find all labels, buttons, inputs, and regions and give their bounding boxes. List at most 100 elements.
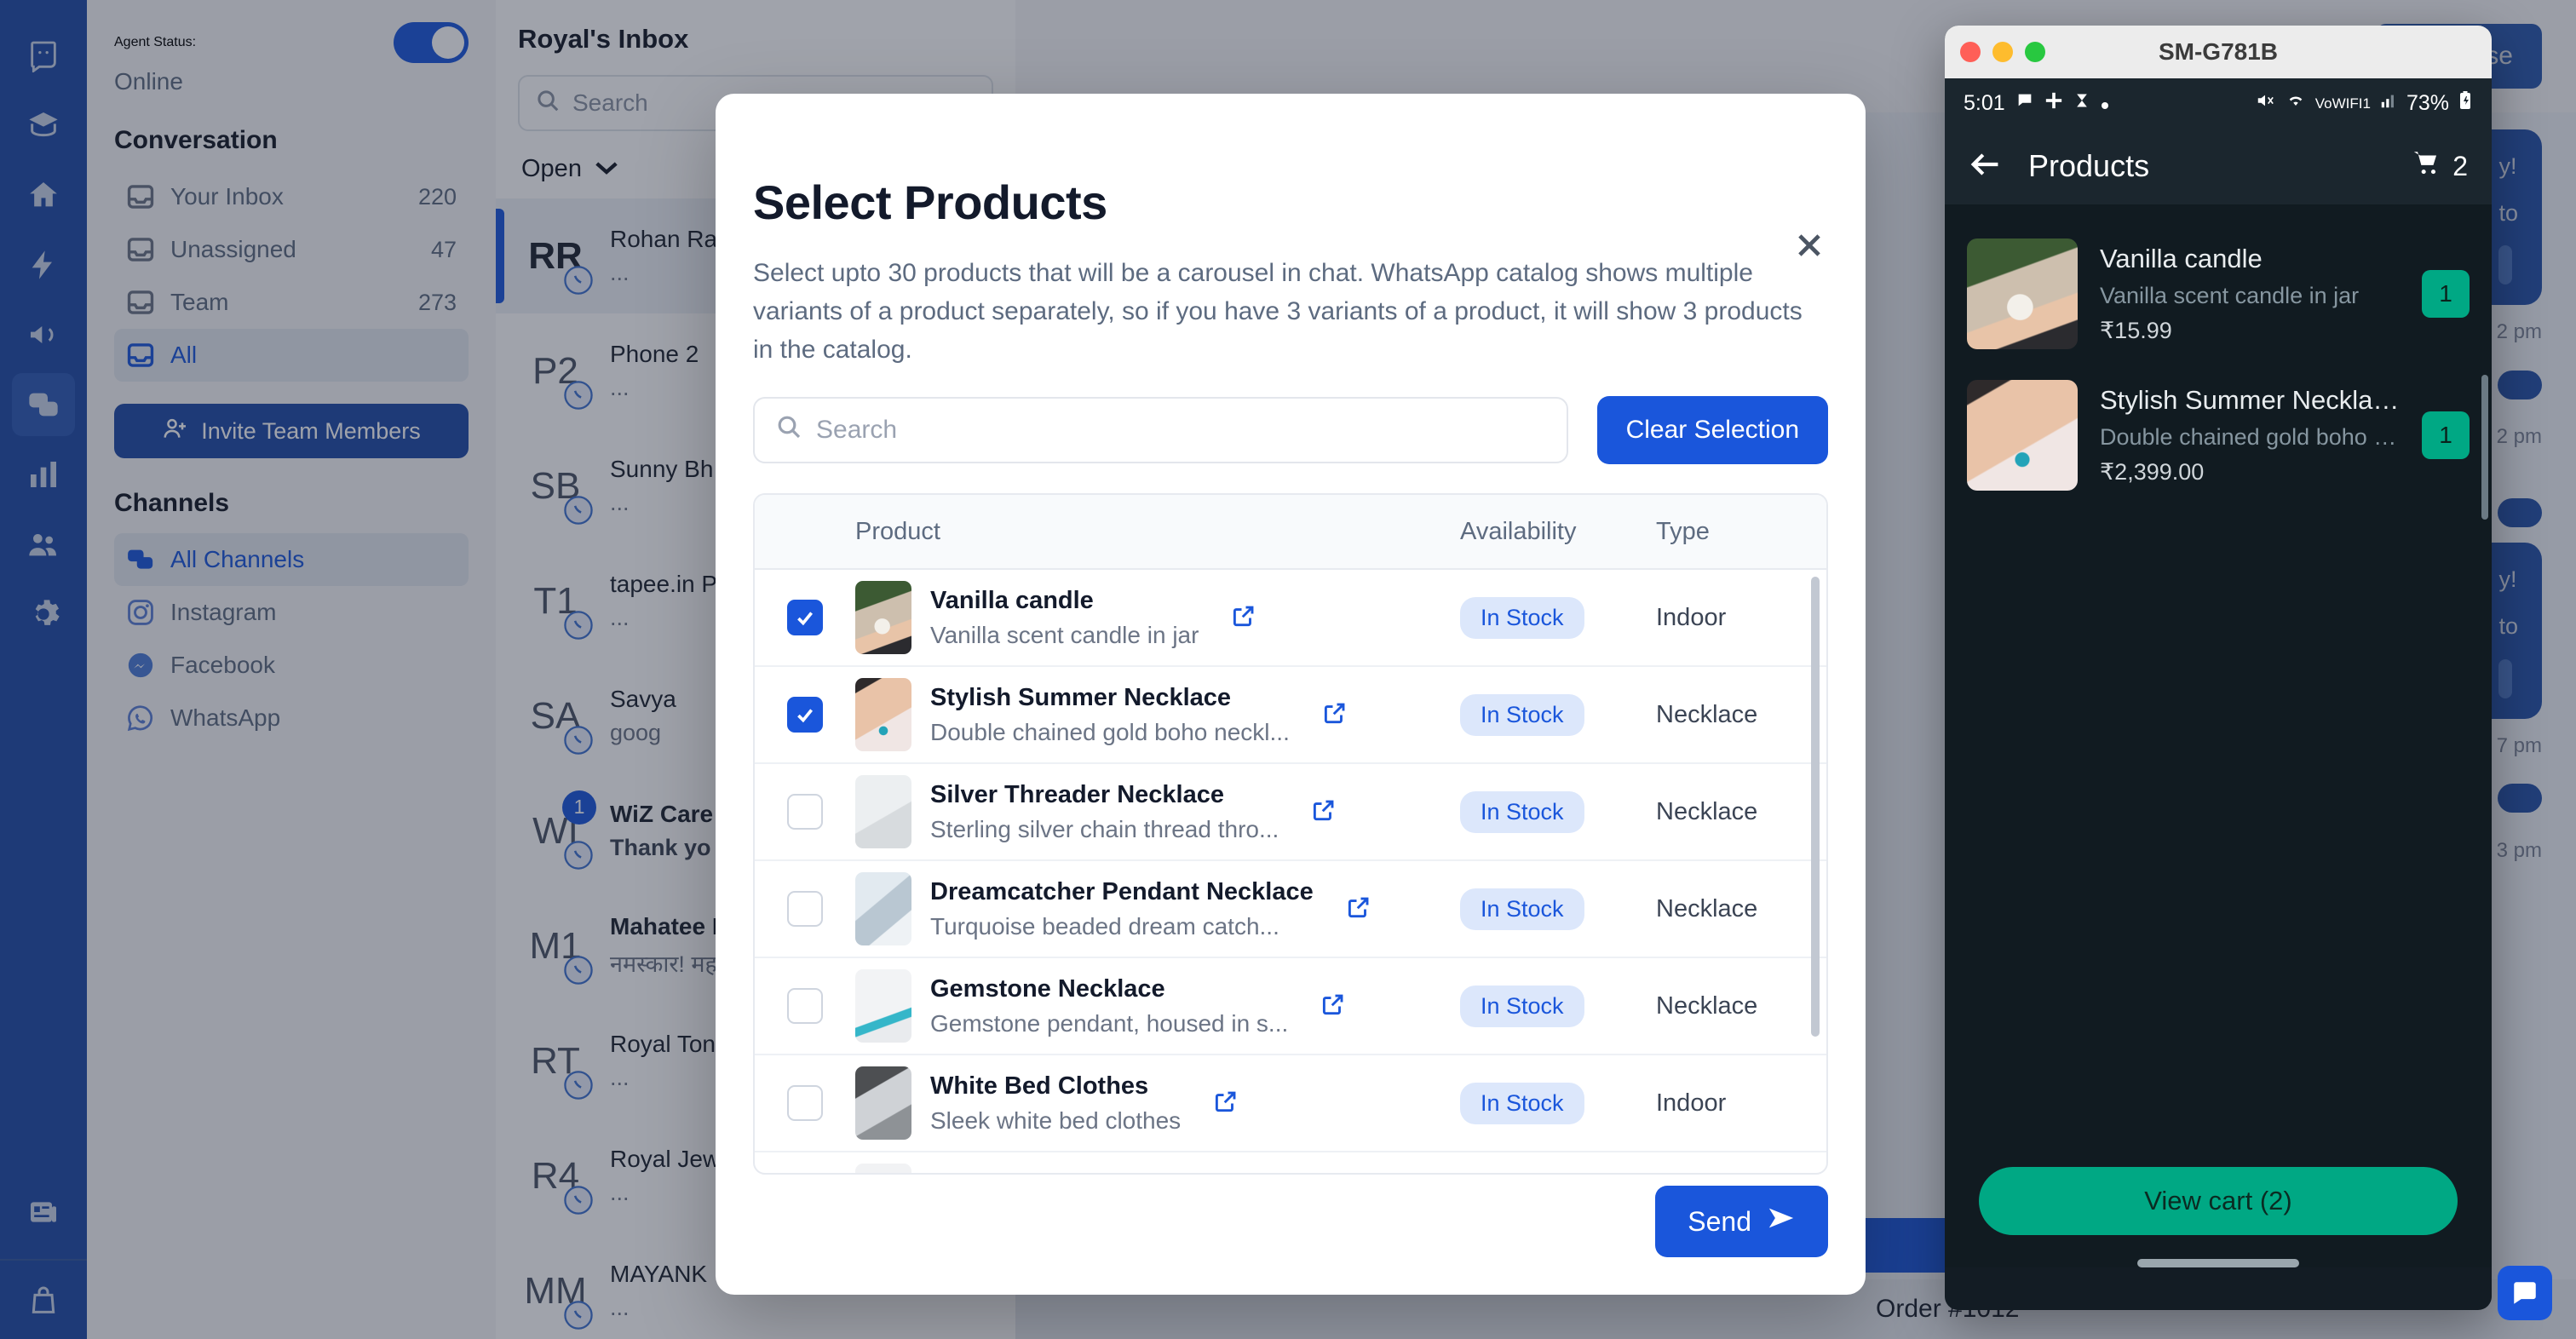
external-link-icon[interactable] [1231,603,1256,633]
quantity-badge[interactable]: 1 [2422,411,2470,459]
product-thumbnail [1967,380,2078,491]
clear-selection-button[interactable]: Clear Selection [1596,396,1828,464]
cart-count: 2 [2452,150,2468,181]
row-checkbox[interactable] [787,988,823,1024]
device-name: SM-G781B [2158,38,2279,65]
product-search-input[interactable]: Search [753,397,1568,463]
table-body: Vanilla candle Vanilla scent candle in j… [755,570,1826,1173]
status-time: 5:01 [1964,90,2005,115]
device-status-bar: 5:01 VoWIFI1 73% [1945,78,2492,128]
close-icon [1798,234,1820,256]
product-type: Indoor [1656,603,1727,631]
device-footer: View cart (2) [1945,1167,2492,1267]
external-link-icon[interactable] [1213,1089,1239,1118]
table-header-row: Product Availability Type [755,495,1826,570]
check-icon [797,709,814,723]
view-cart-button[interactable]: View cart (2) [1979,1167,2458,1235]
modal-title: Select Products [753,175,1107,229]
row-checkbox[interactable] [787,600,823,635]
product-title: Vanilla candle [2100,244,2263,273]
table-row[interactable]: Stylish Summer Necklace Double chained g… [755,667,1826,764]
product-name: Stylish Summer Necklace [930,683,1232,711]
chat-bubble-status-icon [2015,91,2034,116]
product-description: Gemstone pendant, housed in s... [930,1009,1289,1037]
select-products-modal: Select Products Select upto 30 products … [716,94,1866,1295]
product-name: Gemstone Necklace [930,974,1165,1003]
send-button[interactable]: Send [1655,1186,1828,1257]
product-thumbnail [855,969,911,1043]
cart-indicator[interactable]: 2 [2410,148,2468,184]
product-description: Sterling silver chain thread thro... [930,815,1279,842]
device-product-list: Vanilla candle Vanilla scent candle in j… [1945,204,2492,1167]
modal-search-row: Search Clear Selection [716,369,1866,464]
availability-badge: In Stock [1460,985,1584,1027]
battery-percent: 73% [2406,90,2449,115]
table-row[interactable]: Gemstone Necklace Gemstone pendant, hous… [755,958,1826,1055]
product-thumbnail [855,581,911,654]
product-subtitle: Vanilla scent candle in jar [2100,283,2360,308]
slack-status-icon [2044,91,2063,116]
battery-icon [2458,90,2473,117]
external-link-icon[interactable] [1322,700,1348,730]
dot-status-icon [2101,91,2109,116]
product-thumbnail [855,1164,911,1173]
device-scrollbar[interactable] [2481,375,2488,520]
availability-badge: In Stock [1460,888,1584,930]
product-description: Vanilla scent candle in jar [930,621,1199,648]
quantity-badge[interactable]: 1 [2422,270,2470,318]
row-checkbox[interactable] [787,697,823,733]
product-thumbnail [855,678,911,751]
external-link-icon[interactable] [1346,894,1371,924]
chat-icon [2514,1282,2536,1304]
send-label: Send [1688,1205,1751,1237]
table-row[interactable]: Anchor Bracelet Mens In Stock [755,1152,1826,1173]
mute-icon [2254,91,2276,116]
device-preview-window: SM-G781B 5:01 VoWIFI1 73% Products 2 Van… [1945,26,2492,1310]
product-name: Dreamcatcher Pendant Necklace [930,877,1314,905]
external-link-icon[interactable] [1311,797,1337,827]
close-modal-button[interactable] [1785,221,1833,269]
cart-icon [2410,148,2442,184]
product-title: Stylish Summer Neckla… [2100,385,2400,415]
product-description: Double chained gold boho neckl... [930,718,1290,745]
table-row[interactable]: White Bed Clothes Sleek white bed clothe… [755,1055,1826,1152]
volte-label: VoWIFI1 [2314,95,2371,112]
product-thumbnail [855,872,911,945]
signal-icon [2379,91,2398,116]
row-checkbox[interactable] [787,1085,823,1121]
availability-badge: In Stock [1460,1082,1584,1124]
send-arrow-icon [1767,1205,1796,1238]
product-description: Sleek white bed clothes [930,1106,1182,1134]
check-icon [797,612,814,626]
product-type: Necklace [1656,894,1758,922]
view-cart-label: View cart (2) [2144,1186,2292,1215]
device-screen-title: Products [2028,148,2150,183]
product-name: White Bed Clothes [930,1072,1149,1100]
column-type: Type [1656,517,1710,545]
home-indicator [2137,1259,2299,1267]
wifi-icon [2285,91,2307,116]
product-thumbnail [1967,238,2078,349]
external-link-icon[interactable] [1320,991,1346,1021]
device-product-row[interactable]: Stylish Summer Neckla… Double chained go… [1945,365,2492,506]
support-chat-fab[interactable] [2498,1266,2552,1320]
table-row[interactable]: Vanilla candle Vanilla scent candle in j… [755,570,1826,667]
search-icon [775,413,802,447]
back-arrow-icon[interactable] [1969,151,2003,182]
product-subtitle: Double chained gold boho … [2100,424,2397,450]
row-checkbox[interactable] [787,794,823,830]
hourglass-status-icon [2073,91,2090,116]
column-availability: Availability [1460,517,1577,545]
product-type: Indoor [1656,1089,1727,1117]
device-product-row[interactable]: Vanilla candle Vanilla scent candle in j… [1945,223,2492,365]
modal-footer: Send [716,1186,1866,1295]
availability-badge: In Stock [1460,790,1584,833]
device-window-titlebar: SM-G781B [1945,26,2492,78]
products-table: Product Availability Type Vanilla candle… [753,493,1828,1175]
product-thumbnail [855,775,911,848]
row-checkbox[interactable] [787,891,823,927]
table-scrollbar[interactable] [1811,577,1820,1037]
product-price: ₹2,399.00 [2100,459,2205,485]
table-row[interactable]: Dreamcatcher Pendant Necklace Turquoise … [755,861,1826,958]
table-row[interactable]: Silver Threader Necklace Sterling silver… [755,764,1826,861]
